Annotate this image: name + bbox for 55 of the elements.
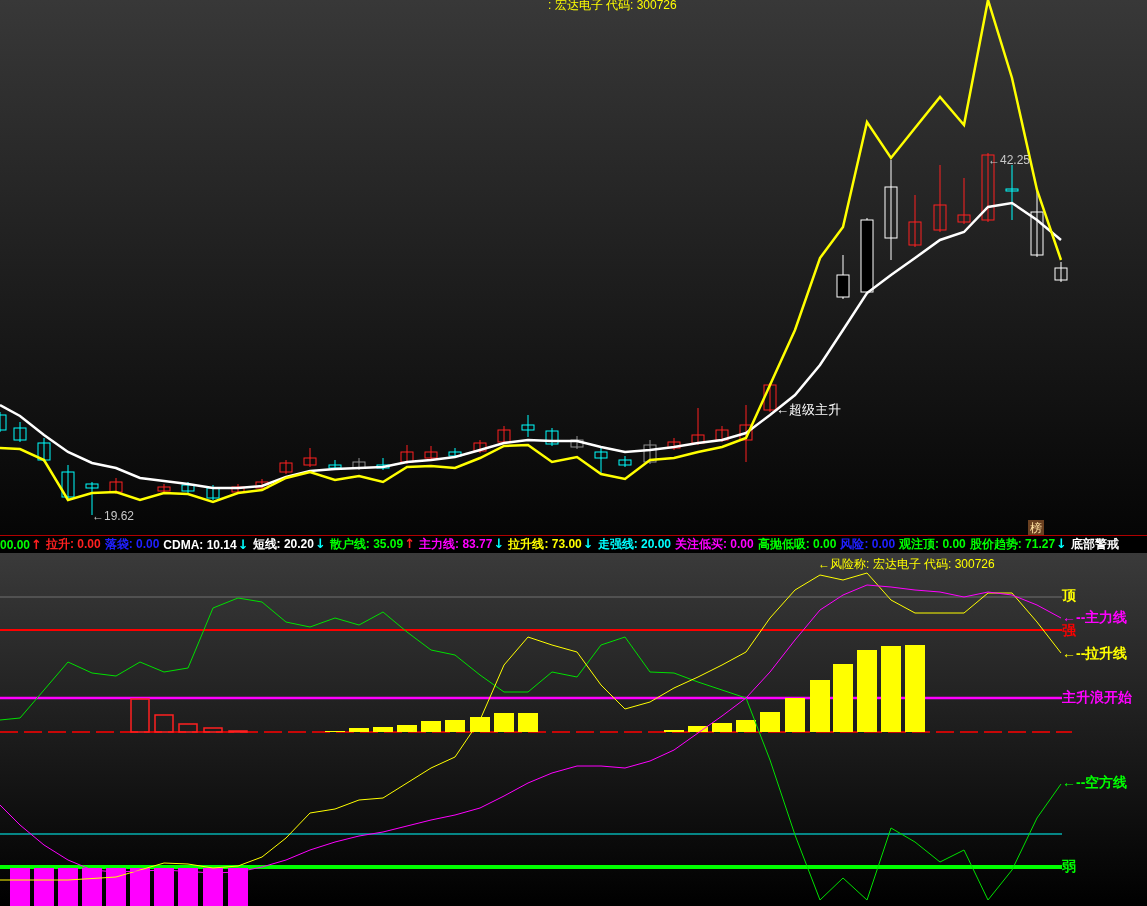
- indicator-value: 底部警戒: [1071, 536, 1119, 553]
- chart-title: ←风险称: 宏达电子 代码: 300726: [818, 557, 995, 571]
- indicator-value: CDMA: 10.14↓: [163, 537, 249, 552]
- indicator-value: 落袋: 0.00: [104, 536, 160, 553]
- histogram-bar: [470, 717, 490, 732]
- histogram-bar: [130, 698, 150, 733]
- histogram-bar: [518, 713, 538, 732]
- histogram-bar: [10, 868, 30, 906]
- line-label: ←--空方线: [1062, 774, 1128, 790]
- histogram-bar: [760, 712, 780, 732]
- histogram-bar: [178, 723, 198, 733]
- histogram-bar: [203, 868, 223, 906]
- low-price-label: ←19.62: [92, 509, 135, 523]
- line-label: 主升浪开始: [1062, 689, 1132, 705]
- histogram-bar: [228, 868, 248, 906]
- indicator-value: 走强线: 20.00: [597, 536, 671, 553]
- rank-badge: 榜: [1028, 520, 1044, 535]
- histogram-bar: [373, 727, 393, 732]
- histogram-bar: [445, 720, 465, 732]
- histogram-bar: [494, 713, 514, 732]
- histogram-bar: [688, 726, 708, 732]
- histogram-bar: [130, 868, 150, 906]
- indicator-value: 关注低买: 0.00: [675, 536, 754, 553]
- histogram-bar: [736, 720, 756, 732]
- histogram-bar: [785, 698, 805, 732]
- indicator-value: 观注顶: 0.00: [899, 536, 966, 553]
- line-label: 强: [1062, 622, 1076, 638]
- indicator-value: 短线: 20.20↓: [252, 536, 326, 553]
- histogram-bar: [810, 680, 830, 732]
- indicator-value: 主力线: 83.77↓: [419, 536, 505, 553]
- histogram-bar: [833, 664, 853, 732]
- histogram-bar: [712, 723, 732, 732]
- histogram-bar: [106, 868, 126, 906]
- signal-label: ←超级主升: [776, 402, 841, 417]
- indicator-value: 股价趋势: 71.27↓: [969, 536, 1067, 553]
- histogram-bar: [154, 714, 174, 733]
- histogram-bar: [228, 730, 248, 733]
- histogram-bar: [154, 868, 174, 906]
- indicator-value: 拉升: 0.00: [45, 536, 101, 553]
- indicator-value: 散户线: 35.09↑: [329, 536, 416, 553]
- indicator-value: 00.00↑: [0, 537, 42, 552]
- line-label: 顶: [1062, 587, 1076, 603]
- histogram-bar: [349, 728, 369, 732]
- histogram-bar: [58, 868, 78, 906]
- line-label: 弱: [1062, 858, 1076, 874]
- histogram-bar: [34, 868, 54, 906]
- indicator-value: 高抛低吸: 0.00: [757, 536, 837, 553]
- indicator-value: 拉升线: 73.00↓: [508, 536, 594, 553]
- indicator-value: 风险: 0.00: [840, 536, 896, 553]
- histogram-bar: [178, 868, 198, 906]
- histogram-bar: [82, 868, 102, 906]
- histogram-bar: [203, 727, 223, 733]
- line-label: ←--拉升线: [1062, 645, 1128, 661]
- histogram-bar: [421, 721, 441, 732]
- histogram-bar: [397, 725, 417, 732]
